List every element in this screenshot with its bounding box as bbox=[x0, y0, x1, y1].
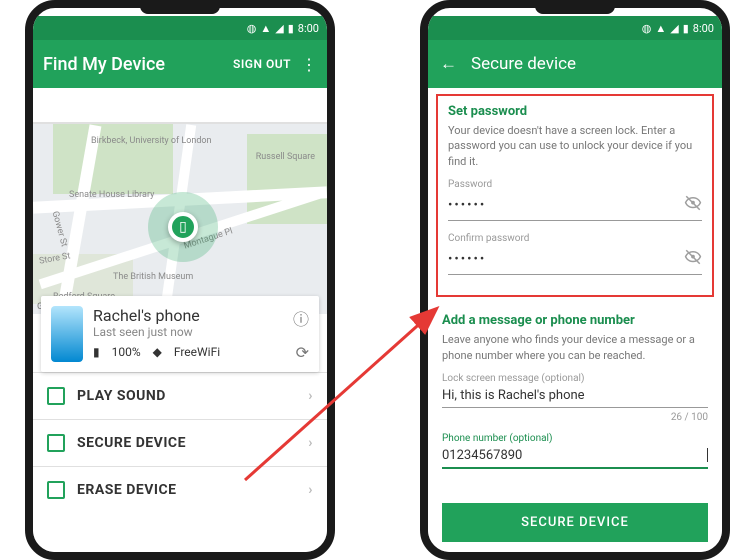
phone-notch bbox=[535, 6, 615, 14]
message-section-help: Leave anyone who finds your device a mes… bbox=[442, 332, 708, 363]
device-marker[interactable]: ▯ bbox=[168, 212, 198, 242]
map-label-senate: Senate House Library bbox=[69, 190, 154, 200]
visibility-off-icon[interactable] bbox=[684, 194, 702, 216]
wifi-icon: ▲ bbox=[655, 22, 666, 35]
phone-notch bbox=[140, 6, 220, 14]
device-last-seen: Last seen just now bbox=[93, 325, 309, 339]
signal-icon: ◢ bbox=[670, 22, 678, 35]
overflow-menu-icon[interactable]: ⋮ bbox=[301, 55, 317, 74]
action-secure-device[interactable]: SECURE DEVICE › bbox=[33, 419, 327, 466]
app-title: Find My Device bbox=[43, 54, 223, 75]
device-thumb bbox=[51, 306, 83, 362]
toolbar-secure: ← Secure device bbox=[428, 40, 722, 88]
confirm-password-field[interactable]: •••••• bbox=[448, 244, 702, 275]
back-arrow-icon[interactable]: ← bbox=[440, 54, 457, 74]
map-label-british: The British Museum bbox=[113, 272, 193, 282]
set-password-section: Set password Your device doesn't have a … bbox=[436, 94, 714, 297]
confirm-password-label: Confirm password bbox=[448, 233, 702, 244]
wifi-icon: ▲ bbox=[260, 22, 271, 35]
location-icon: ◍ bbox=[247, 22, 257, 35]
password-label: Password bbox=[448, 179, 702, 190]
location-icon: ◍ bbox=[642, 22, 652, 35]
visibility-off-icon[interactable] bbox=[684, 248, 702, 270]
chevron-right-icon: › bbox=[308, 388, 313, 404]
device-name: Rachel's phone bbox=[93, 306, 309, 325]
refresh-icon[interactable]: ⟳ bbox=[296, 343, 309, 362]
screen-left: ◍ ▲ ◢ ▮ 8:00 Find My Device SIGN OUT ⋮ B… bbox=[33, 16, 327, 552]
phone-frame-right: ◍ ▲ ◢ ▮ 8:00 ← Secure device Set passwor… bbox=[420, 0, 730, 560]
status-bar: ◍ ▲ ◢ ▮ 8:00 bbox=[33, 16, 327, 40]
set-password-help: Your device doesn't have a screen lock. … bbox=[448, 123, 702, 169]
lock-message-label: Lock screen message (optional) bbox=[442, 373, 708, 384]
battery-icon: ▮ bbox=[288, 22, 294, 35]
toolbar-title: Secure device bbox=[471, 54, 576, 74]
wifi-name: FreeWiFi bbox=[174, 345, 220, 359]
sign-out-button[interactable]: SIGN OUT bbox=[233, 57, 291, 71]
status-time: 8:00 bbox=[298, 22, 319, 35]
message-section-title: Add a message or phone number bbox=[442, 313, 708, 328]
action-erase-device[interactable]: ERASE DEVICE › bbox=[33, 466, 327, 513]
app-bar: Find My Device SIGN OUT ⋮ bbox=[33, 40, 327, 88]
map-label-birkbeck: Birkbeck, University of London bbox=[91, 136, 212, 146]
screen-right: ◍ ▲ ◢ ▮ 8:00 ← Secure device Set passwor… bbox=[428, 16, 722, 552]
info-icon[interactable]: ⓘ bbox=[293, 306, 309, 330]
action-label: ERASE DEVICE bbox=[77, 482, 176, 498]
set-password-title: Set password bbox=[448, 104, 702, 119]
play-sound-icon bbox=[47, 387, 65, 405]
action-label: SECURE DEVICE bbox=[77, 435, 186, 451]
map[interactable]: Birkbeck, University of London Russell S… bbox=[33, 124, 327, 314]
wifi-icon: ◆ bbox=[153, 345, 162, 359]
action-label: PLAY SOUND bbox=[77, 388, 166, 404]
secure-device-button[interactable]: SECURE DEVICE bbox=[442, 503, 708, 542]
password-value: •••••• bbox=[448, 198, 684, 213]
phone-number-label: Phone number (optional) bbox=[442, 433, 708, 444]
device-tabs bbox=[33, 88, 327, 124]
battery-icon: ▮ bbox=[683, 22, 689, 35]
device-card: Rachel's phone Last seen just now ▮ 100%… bbox=[41, 296, 319, 372]
map-label-gower: Gower St bbox=[50, 210, 69, 248]
char-counter: 26 / 100 bbox=[442, 412, 708, 423]
phone-marker-icon: ▯ bbox=[179, 219, 187, 235]
erase-device-icon bbox=[47, 481, 65, 499]
text-caret bbox=[707, 448, 708, 462]
status-bar: ◍ ▲ ◢ ▮ 8:00 bbox=[428, 16, 722, 40]
confirm-password-value: •••••• bbox=[448, 252, 684, 267]
phone-number-value: 01234567890 bbox=[442, 448, 706, 463]
lock-message-field[interactable]: Hi, this is Rachel's phone bbox=[442, 384, 708, 408]
lock-message-value: Hi, this is Rachel's phone bbox=[442, 388, 708, 403]
battery-percent: 100% bbox=[112, 345, 141, 359]
phone-number-field[interactable]: 01234567890 bbox=[442, 444, 708, 469]
action-play-sound[interactable]: PLAY SOUND › bbox=[33, 372, 327, 419]
secure-device-icon bbox=[47, 434, 65, 452]
battery-icon: ▮ bbox=[93, 345, 100, 359]
phone-frame-left: ◍ ▲ ◢ ▮ 8:00 Find My Device SIGN OUT ⋮ B… bbox=[25, 0, 335, 560]
map-label-russell: Russell Square bbox=[256, 152, 315, 162]
chevron-right-icon: › bbox=[308, 435, 313, 451]
chevron-right-icon: › bbox=[308, 482, 313, 498]
signal-icon: ◢ bbox=[275, 22, 283, 35]
status-time: 8:00 bbox=[693, 22, 714, 35]
message-section: Add a message or phone number Leave anyo… bbox=[428, 303, 722, 491]
password-field[interactable]: •••••• bbox=[448, 190, 702, 221]
